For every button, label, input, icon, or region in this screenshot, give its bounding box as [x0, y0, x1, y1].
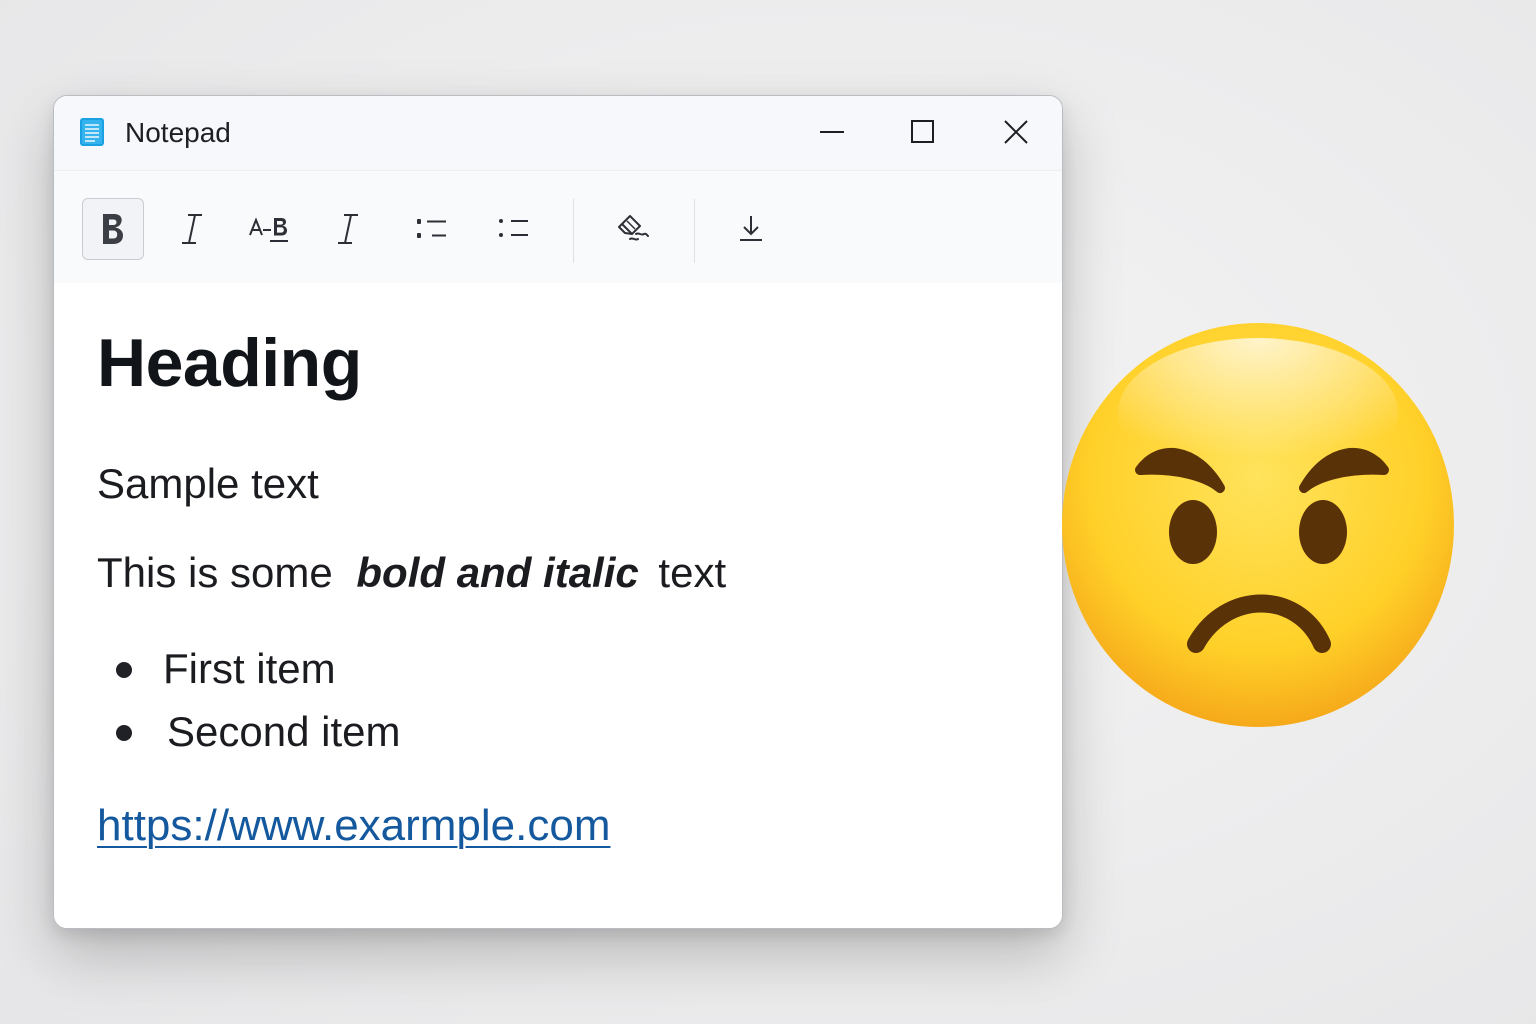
download-icon [740, 216, 762, 241]
close-icon [1004, 120, 1028, 144]
minimize-icon [820, 131, 844, 133]
hyperlink[interactable]: https://www.exarmple.com [97, 799, 611, 853]
toolbar-separator [573, 199, 574, 263]
maximize-button[interactable] [895, 106, 951, 158]
title-bar[interactable]: Notepad [54, 96, 1062, 170]
bullet-icon [116, 662, 132, 678]
plain-text-prefix: This is some [97, 549, 345, 596]
formatting-toolbar [54, 170, 1062, 284]
list-button[interactable] [483, 198, 545, 260]
bulleted-list-icon [417, 219, 446, 238]
close-button[interactable] [988, 106, 1044, 158]
list-icon [499, 219, 528, 237]
clear-formatting-button[interactable] [603, 198, 665, 260]
window-title: Notepad [125, 117, 231, 148]
notepad-app-icon [80, 118, 104, 146]
maximize-icon [911, 120, 934, 143]
list-item-text: Second item [167, 708, 401, 755]
plain-text-suffix: text [646, 549, 727, 596]
clear-formatting-icon [618, 215, 649, 241]
strikethrough-icon [249, 217, 288, 242]
minimize-button[interactable] [804, 106, 860, 158]
bullet-icon [116, 725, 132, 741]
toolbar-separator [694, 199, 695, 263]
bulleted-list-button[interactable] [401, 198, 463, 260]
italic-button[interactable] [161, 198, 223, 260]
italic-icon [182, 214, 202, 244]
download-button[interactable] [720, 198, 782, 260]
strikethrough-button[interactable] [239, 198, 301, 260]
bold-italic-text: bold and italic [356, 549, 639, 596]
bold-icon [103, 214, 123, 244]
list-item-text: First item [163, 645, 336, 692]
italic-alt-button[interactable] [317, 198, 379, 260]
mixed-format-line: This is some bold and italic text [97, 547, 726, 599]
bold-button[interactable] [82, 198, 144, 260]
italic-icon [338, 214, 358, 244]
notepad-window: Notepad Heading Sample text This is some… [53, 95, 1063, 929]
angry-face-emoji [1062, 323, 1454, 727]
sample-text: Sample text [97, 460, 319, 507]
document-heading: Heading [97, 325, 362, 401]
document-editor[interactable]: Heading Sample text This is some bold an… [54, 283, 1062, 928]
